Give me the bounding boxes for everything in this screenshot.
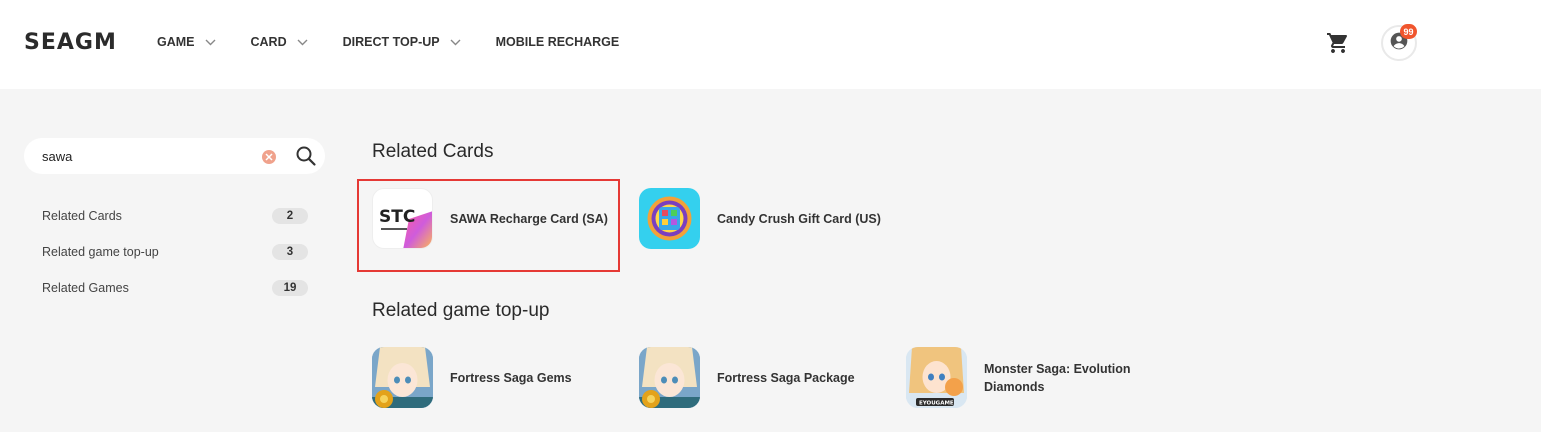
section-title-related-game-top-up: Related game top-up (372, 300, 550, 321)
stc-logo-thumbnail: STC (372, 188, 433, 249)
search-icon[interactable] (295, 145, 317, 167)
nav-mobile-recharge-label: MOBILE RECHARGE (495, 35, 620, 49)
fortress-saga-thumbnail (639, 347, 700, 408)
sidebar-item-label: Related game top-up (42, 245, 159, 259)
count-badge: 2 (272, 208, 308, 224)
nav-card-label: CARD (250, 35, 287, 49)
chevron-down-icon (205, 36, 217, 48)
chevron-down-icon (297, 36, 309, 48)
chevron-down-icon (450, 36, 462, 48)
card-label: Monster Saga: Evolution Diamonds (984, 361, 1131, 394)
eyougame-tag: EYOUGAME (919, 401, 954, 407)
card-candy-crush[interactable]: Candy Crush Gift Card (US) (639, 188, 881, 249)
notification-badge: 99 (1400, 24, 1417, 39)
count-badge: 19 (272, 280, 308, 296)
nav-direct-top-up-label: DIRECT TOP-UP (342, 35, 440, 49)
card-label: SAWA Recharge Card (SA) (450, 211, 608, 226)
card-label: Fortress Saga Package (717, 370, 855, 385)
nav-card[interactable]: CARD (251, 32, 309, 52)
sidebar-item-related-cards[interactable]: Related Cards 2 (42, 207, 308, 225)
card-monster-saga-diamonds[interactable]: EYOUGAME Monster Saga: Evolution Diamond… (906, 347, 1134, 408)
nav-direct-top-up[interactable]: DIRECT TOP-UP (343, 32, 462, 52)
search-input[interactable] (42, 147, 262, 165)
card-fortress-saga-package[interactable]: Fortress Saga Package (639, 347, 855, 408)
main-nav: GAME CARD DIRECT TOP-UP MOBILE RECHARGE (157, 32, 653, 52)
sidebar-item-label: Related Cards (42, 209, 122, 223)
card-label: Fortress Saga Gems (450, 370, 572, 385)
candy-crush-thumbnail (639, 188, 700, 249)
card-label: Candy Crush Gift Card (US) (717, 211, 881, 226)
seagm-logo[interactable]: SEAGM (24, 29, 117, 55)
search-bar (24, 138, 325, 174)
nav-mobile-recharge[interactable]: MOBILE RECHARGE (496, 32, 620, 52)
fortress-saga-thumbnail (372, 347, 433, 408)
clear-search-icon[interactable] (262, 150, 276, 164)
top-header: SEAGM GAME CARD DIRECT TOP-UP MOBILE REC… (0, 0, 1541, 89)
nav-game[interactable]: GAME (157, 32, 217, 52)
sidebar-item-label: Related Games (42, 281, 129, 295)
section-title-related-cards: Related Cards (372, 141, 494, 162)
sidebar-item-related-games[interactable]: Related Games 19 (42, 279, 308, 297)
card-fortress-saga-gems[interactable]: Fortress Saga Gems (372, 347, 572, 408)
nav-game-label: GAME (157, 35, 195, 49)
monster-saga-thumbnail: EYOUGAME (906, 347, 967, 408)
sidebar-item-related-game-top-up[interactable]: Related game top-up 3 (42, 243, 308, 261)
cart-icon[interactable] (1326, 31, 1350, 55)
card-sawa-recharge[interactable]: STC SAWA Recharge Card (SA) (372, 188, 608, 249)
stc-logo-text: STC (379, 207, 415, 227)
count-badge: 3 (272, 244, 308, 260)
